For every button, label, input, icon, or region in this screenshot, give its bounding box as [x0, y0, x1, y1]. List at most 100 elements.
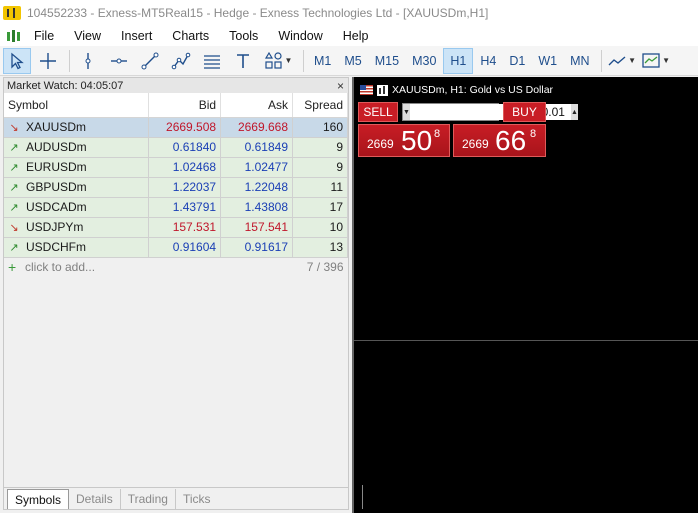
arrow-up-right-icon: ↗ [9, 141, 19, 154]
timeframe-m30[interactable]: M30 [406, 48, 442, 74]
text-tool-button[interactable] [229, 48, 257, 74]
menu-charts[interactable]: Charts [162, 29, 219, 43]
table-row[interactable]: ↗ USDCHFm 0.91604 0.91617 13 [4, 237, 348, 258]
menu-file[interactable]: File [24, 29, 64, 43]
add-symbol-cell[interactable]: + click to add... [4, 257, 293, 277]
toolbar: ▼ M1 M5 M15 M30 H1 H4 D1 W1 MN ▼ ▼ [0, 46, 698, 76]
timeframe-m15[interactable]: M15 [369, 48, 405, 74]
timeframe-m1[interactable]: M1 [308, 48, 337, 74]
arrow-up-right-icon: ↗ [9, 241, 19, 254]
title-bar: 104552233 - Exness-MT5Real15 - Hedge - E… [0, 0, 698, 26]
trend-line-tool-button[interactable] [136, 48, 164, 74]
menu-help[interactable]: Help [333, 29, 379, 43]
chart-window[interactable]: XAUUSDm, H1: Gold vs US Dollar SELL ▼ ▲ … [352, 77, 698, 513]
close-icon[interactable]: × [337, 80, 344, 92]
tab-details[interactable]: Details [69, 489, 121, 509]
chevron-down-icon: ▼ [403, 108, 410, 116]
indicators-button[interactable]: ▼ [606, 48, 638, 74]
table-row[interactable]: ↗ USDCADm 1.43791 1.43808 17 [4, 197, 348, 218]
app-logo-icon [3, 6, 21, 20]
market-watch-header: Market Watch: 04:05:07 × [4, 78, 348, 93]
vertical-line-icon [85, 52, 91, 69]
market-watch-rows: ↘ XAUUSDm 2669.508 2669.668 160 ↗ AUDUSDm 0.618… [4, 117, 348, 258]
channel-tool-button[interactable] [198, 48, 226, 74]
price-bar [362, 485, 363, 509]
symbol-name: XAUUSDm [26, 120, 87, 134]
bid-cell: 1.22037 [148, 177, 222, 198]
us-flag-icon [360, 85, 373, 95]
horizontal-line-tool-button[interactable] [105, 48, 133, 74]
crosshair-tool-button[interactable] [34, 48, 62, 74]
timeframe-m5[interactable]: M5 [338, 48, 367, 74]
timeframe-h4[interactable]: H4 [474, 48, 502, 74]
chart-title-bar: XAUUSDm, H1: Gold vs US Dollar [360, 84, 553, 96]
timeframe-w1[interactable]: W1 [532, 48, 563, 74]
symbol-cell[interactable]: ↗ EURUSDm [4, 157, 150, 178]
sell-price-button[interactable]: 2669 50 8 [358, 124, 450, 157]
timeframe-mn[interactable]: MN [564, 48, 595, 74]
table-row[interactable]: ↗ AUDUSDm 0.61840 0.61849 9 [4, 137, 348, 158]
templates-button[interactable]: ▼ [641, 48, 671, 74]
symbol-cell[interactable]: ↗ GBPUSDm [4, 177, 150, 198]
sell-price-prefix: 2669 [367, 137, 394, 151]
symbol-name: USDCHFm [26, 240, 86, 254]
timeframe-h1[interactable]: H1 [443, 47, 474, 74]
spread-cell: 13 [292, 237, 348, 258]
toolbar-separator [69, 49, 70, 72]
symbol-name: EURUSDm [26, 160, 87, 174]
symbol-name: GBPUSDm [26, 180, 87, 194]
cursor-tool-button[interactable] [3, 47, 31, 74]
market-watch-tabs: Symbols Details Trading Ticks [4, 487, 348, 509]
timeframe-d1[interactable]: D1 [503, 48, 531, 74]
arrow-down-right-icon: ↘ [9, 121, 19, 134]
bid-cell: 2669.508 [148, 117, 222, 138]
menu-tools[interactable]: Tools [219, 29, 268, 43]
add-symbol-row[interactable]: + click to add... 7 / 396 [4, 257, 348, 277]
column-header-ask[interactable]: Ask [220, 93, 294, 118]
table-row[interactable]: ↘ USDJPYm 157.531 157.541 10 [4, 217, 348, 238]
shapes-tool-button[interactable]: ▼ [260, 48, 296, 74]
column-header-symbol[interactable]: Symbol [4, 93, 150, 118]
column-header-spread[interactable]: Spread [292, 93, 348, 118]
add-symbol-label[interactable]: click to add... [25, 260, 95, 274]
shapes-icon [264, 51, 282, 69]
tab-symbols[interactable]: Symbols [7, 489, 70, 509]
buy-button[interactable]: BUY [503, 102, 546, 122]
symbol-cell[interactable]: ↗ USDCHFm [4, 237, 150, 258]
chevron-down-icon: ▼ [284, 56, 293, 65]
symbol-name: USDJPYm [26, 220, 84, 234]
bid-cell: 0.91604 [148, 237, 222, 258]
table-row[interactable]: ↘ XAUUSDm 2669.508 2669.668 160 [4, 117, 348, 138]
market-watch-table: Symbol Bid Ask Spread ↘ XAUUSDm 2669.508 26… [4, 93, 348, 277]
symbol-cell[interactable]: ↘ XAUUSDm [4, 117, 150, 138]
window-title: 104552233 - Exness-MT5Real15 - Hedge - E… [27, 6, 489, 20]
tab-trading[interactable]: Trading [121, 489, 176, 509]
table-row[interactable]: ↗ GBPUSDm 1.22037 1.22048 11 [4, 177, 348, 198]
vertical-line-tool-button[interactable] [74, 48, 102, 74]
symbol-cell[interactable]: ↗ USDCADm [4, 197, 150, 218]
menu-insert[interactable]: Insert [111, 29, 162, 43]
sell-button[interactable]: SELL [358, 102, 398, 122]
subwindow-divider[interactable] [354, 340, 698, 341]
arrow-up-right-icon: ↗ [9, 161, 19, 174]
symbol-cell[interactable]: ↗ AUDUSDm [4, 137, 150, 158]
symbol-cell[interactable]: ↘ USDJPYm [4, 217, 150, 238]
lot-size-input[interactable] [409, 104, 571, 120]
lot-decrease-button[interactable]: ▼ [403, 104, 410, 120]
ask-cell: 0.61849 [220, 137, 294, 158]
chart-menu-icon[interactable] [6, 29, 20, 43]
plus-icon: + [8, 259, 17, 276]
market-watch-title: Market Watch: 04:05:07 [7, 79, 124, 92]
ask-cell: 1.22048 [220, 177, 294, 198]
lot-increase-button[interactable]: ▲ [570, 104, 578, 120]
polyline-tool-button[interactable] [167, 48, 195, 74]
column-header-bid[interactable]: Bid [148, 93, 222, 118]
arrow-up-right-icon: ↗ [9, 181, 19, 194]
menu-view[interactable]: View [64, 29, 111, 43]
tab-ticks[interactable]: Ticks [176, 489, 218, 509]
buy-price-button[interactable]: 2669 66 8 [453, 124, 546, 157]
menu-window[interactable]: Window [268, 29, 332, 43]
table-row[interactable]: ↗ EURUSDm 1.02468 1.02477 9 [4, 157, 348, 178]
sell-price-fraction: 8 [434, 128, 441, 140]
spread-cell: 17 [292, 197, 348, 218]
